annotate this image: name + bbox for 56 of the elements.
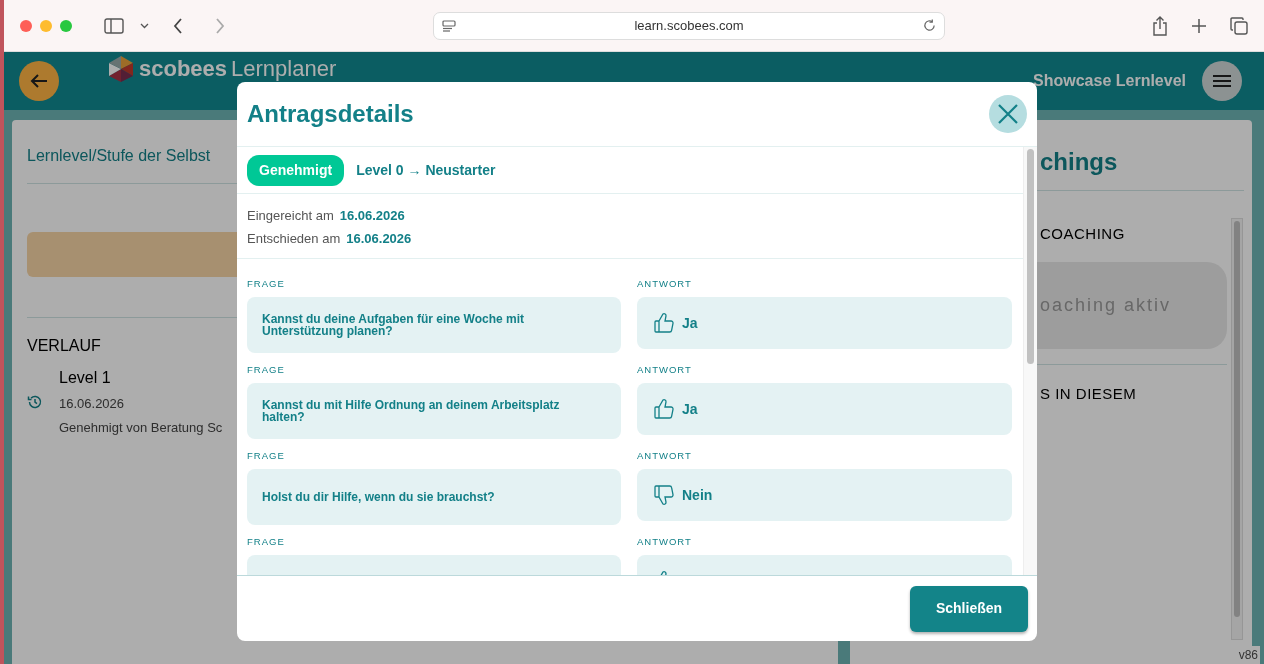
section-title: S IN DIESEM <box>1039 383 1138 404</box>
date-value: 16.06.2026 <box>339 208 405 223</box>
section-title: VERLAUF <box>27 336 101 356</box>
answer-text: Ja <box>682 313 698 333</box>
question-label: FRAGE <box>247 537 286 547</box>
reload-icon[interactable] <box>922 19 936 32</box>
date-value: 16.06.2026 <box>346 231 412 246</box>
answer-text: Nein <box>682 485 713 505</box>
answer-label: ANTWORT <box>637 365 693 375</box>
chevron-down-icon[interactable] <box>140 22 149 29</box>
version-label: v86 <box>1236 646 1260 664</box>
answer-label: ANTWORT <box>637 451 693 461</box>
status-badge: Genehmigt <box>247 154 345 186</box>
answer-label: ANTWORT <box>637 279 693 289</box>
close-dialog-button[interactable]: Schließen <box>910 585 1028 632</box>
question-label: FRAGE <box>247 365 286 375</box>
question-label: FRAGE <box>247 279 286 289</box>
thumbs-down-icon <box>652 483 676 507</box>
share-icon[interactable] <box>1152 15 1168 36</box>
new-tab-icon[interactable] <box>1192 18 1206 33</box>
close-icon <box>998 104 1018 124</box>
thumbs-up-icon <box>652 397 676 421</box>
close-button[interactable] <box>989 95 1027 133</box>
brand-name: scobees <box>139 57 228 81</box>
sidebar-icon[interactable] <box>104 17 124 34</box>
history-note: Genehmigt von Beratung Sc <box>59 418 223 437</box>
close-window-button[interactable] <box>20 19 32 32</box>
panel-title: chings <box>1039 147 1119 177</box>
history-level: Level 1 <box>59 368 111 388</box>
date-label: Eingereicht am <box>247 208 334 223</box>
back-icon[interactable] <box>173 17 183 34</box>
section-title: COACHING <box>1039 224 1126 244</box>
tabs-icon[interactable] <box>1230 16 1248 35</box>
address-bar[interactable]: learn.scobees.com <box>432 11 945 40</box>
menu-button[interactable] <box>1202 61 1242 101</box>
arrow-left-icon <box>30 73 48 89</box>
answer-text: Ja <box>682 399 698 419</box>
question-card: Kannst du deine Aufgaben für eine Woche mit Unterstützung planen? <box>247 297 621 353</box>
page-icon <box>441 19 456 32</box>
history-icon <box>27 393 43 410</box>
date-label: Entschieden am <box>247 231 341 246</box>
back-button[interactable] <box>19 61 59 101</box>
user-name: Showcase Lernlevel <box>1033 71 1186 91</box>
question-label: FRAGE <box>247 451 286 461</box>
app-name: Lernplaner <box>231 57 337 81</box>
question-card: Kannst du mit Hilfe Ordnung an deinem Arbeitsplatz halten? <box>247 383 621 439</box>
history-date: 16.06.2026 <box>59 395 125 413</box>
level-transition: Level 0 → Neustarter <box>356 160 496 180</box>
menu-icon <box>1213 74 1231 88</box>
question-card: Holst du dir Hilfe, wenn du sie brauchst? <box>247 469 621 525</box>
logo-icon <box>107 55 135 83</box>
url-text: learn.scobees.com <box>633 16 745 35</box>
answer-label: ANTWORT <box>637 537 693 547</box>
panel-title: Lernlevel/Stufe der Selbst <box>27 146 211 166</box>
dialog-title: Antragsdetails <box>247 99 414 129</box>
thumbs-up-icon <box>652 311 676 335</box>
